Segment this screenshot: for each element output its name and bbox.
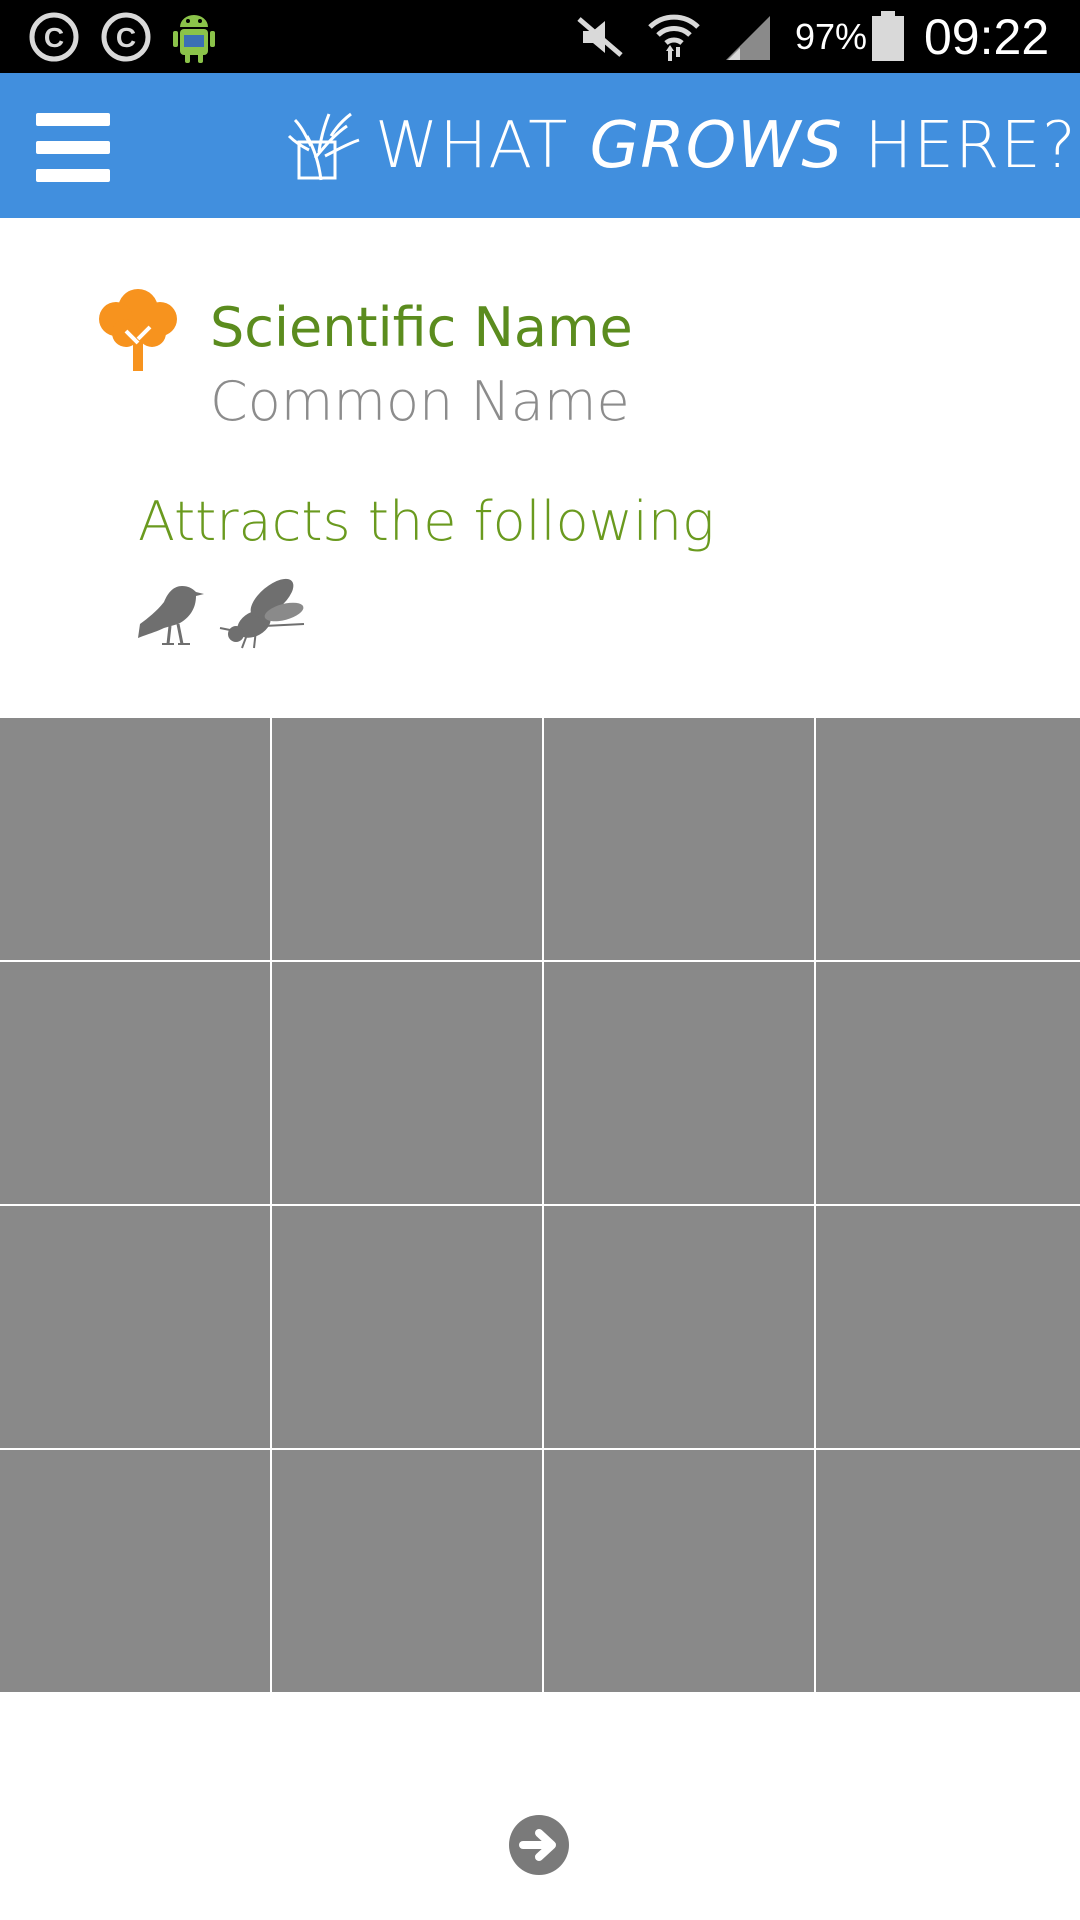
status-bar: C C 97% 09:22 — [0, 0, 1080, 73]
android-debug-icon — [170, 0, 218, 73]
next-button[interactable] — [509, 1815, 569, 1875]
battery-icon — [870, 0, 906, 73]
app-brand: WHAT GROWS HERE? — [285, 106, 1077, 186]
grid-cell[interactable] — [816, 1450, 1080, 1692]
svg-text:C: C — [44, 22, 64, 53]
mute-icon — [575, 0, 625, 73]
grid-cell[interactable] — [0, 1450, 270, 1692]
app-title: WHAT GROWS HERE? — [375, 109, 1077, 183]
grid-cell[interactable] — [816, 1206, 1080, 1448]
copyright-icon: C — [28, 0, 80, 73]
tree-icon — [99, 289, 177, 371]
wifi-icon — [646, 0, 702, 73]
hamburger-icon — [36, 113, 110, 126]
bee-icon — [219, 578, 305, 649]
grid-cell[interactable] — [272, 962, 542, 1204]
grid-cell[interactable] — [544, 1450, 814, 1692]
arrow-right-circle-icon — [519, 1829, 556, 1861]
grid-cell[interactable] — [0, 962, 270, 1204]
bird-icon — [138, 586, 204, 645]
grid-cell[interactable] — [272, 718, 542, 960]
grid-cell[interactable] — [544, 1206, 814, 1448]
grid-cell[interactable] — [816, 962, 1080, 1204]
grid-cell[interactable] — [544, 962, 814, 1204]
grid-cell[interactable] — [0, 718, 270, 960]
copyright-icon: C — [100, 0, 152, 73]
grid-cell[interactable] — [272, 1206, 542, 1448]
svg-text:C: C — [116, 22, 136, 53]
plant-logo-icon — [287, 112, 360, 181]
app-title-part-1: WHAT — [375, 109, 590, 183]
image-grid — [0, 718, 1080, 1692]
app-title-part-3: HERE? — [843, 109, 1077, 183]
menu-button[interactable] — [36, 111, 110, 183]
app-title-part-2: GROWS — [589, 109, 843, 183]
battery-percent: 97% — [795, 15, 868, 57]
signal-icon — [722, 0, 772, 73]
grid-cell[interactable] — [0, 1206, 270, 1448]
app-bar: WHAT GROWS HERE? — [0, 73, 1080, 218]
grid-cell[interactable] — [544, 718, 814, 960]
clock: 09:22 — [924, 8, 1050, 65]
scientific-name: Scientific Name — [210, 296, 633, 359]
common-name: Common Name — [210, 370, 630, 433]
attracts-heading: Attracts the following — [138, 490, 715, 553]
grid-cell[interactable] — [816, 718, 1080, 960]
grid-cell[interactable] — [272, 1450, 542, 1692]
